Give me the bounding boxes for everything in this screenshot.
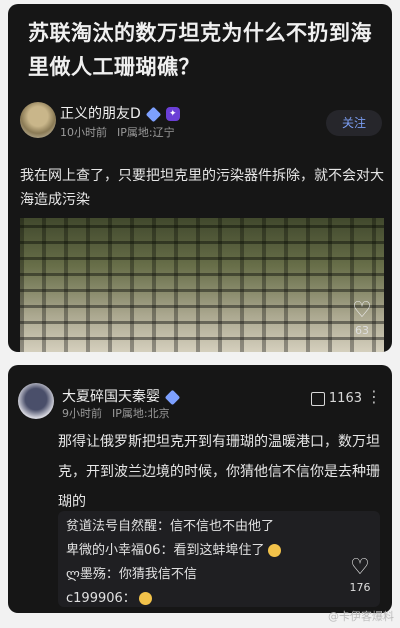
thumbs-up-icon [310,391,325,406]
diamond-badge-icon [145,106,162,122]
reply-item[interactable]: ლ墨殇：你猜我信不信 [66,563,197,582]
avatar[interactable] [18,383,54,419]
diamond-badge-icon [164,389,181,405]
author-name[interactable]: 正义的朋友D [60,106,141,122]
photo-overlay [20,218,384,352]
more-options-icon[interactable]: ⋮ [366,387,382,406]
follow-button[interactable]: 关注 [326,110,382,136]
post-time: 10小时前 [60,126,107,139]
answer-author[interactable]: 正义的朋友D ✦ [60,103,180,123]
reply-list[interactable]: 贫道法号自然醒：信不信也不由他了 卑微的小幸福06：看到这蚌埠住了 ლ墨殇：你猜… [58,511,380,607]
heart-icon: ♡ [352,298,372,323]
thumbs-up-button[interactable]: 1163 [310,391,362,406]
thumbs-count: 1163 [328,391,362,406]
avatar[interactable] [20,102,56,138]
level-badge-icon: ✦ [165,107,180,121]
comment-card: 大夏碎国天秦婴 9小时前 IP属地:北京 1163 ⋮ 那得让俄罗斯把坦克开到有珊… [8,365,392,613]
like-button[interactable]: ♡ 63 [342,298,382,338]
tank-photo[interactable] [20,218,384,352]
reply-item[interactable]: 卑微的小幸福06：看到这蚌埠住了 [66,539,281,558]
watermark: @卡伊客爆料 [328,610,394,623]
answer-content: 我在网上查了，只要把坦克里的污染器件拆除，就不会对大海造成污染 [20,168,384,208]
like-count: 176 [349,581,371,594]
post-time: 9小时前 [62,407,102,420]
comment-author[interactable]: 大夏碎国天秦婴 [62,386,181,406]
reply-text: 贫道法号自然醒：信不信也不由他了 [66,519,275,534]
answer-card: 苏联淘汰的数万坦克为什么不扔到海里做人工珊瑚礁？ 正义的朋友D ✦ 10小时前 IP… [8,4,392,352]
author-name[interactable]: 大夏碎国天秦婴 [62,389,160,405]
ip-location: IP属地:辽宁 [117,126,175,139]
reply-item[interactable]: c199906： [66,587,152,606]
reply-text: 卑微的小幸福06：看到这蚌埠住了 [66,543,265,558]
like-count: 63 [355,324,369,337]
reply-text: c199906： [66,591,136,606]
reply-item[interactable]: 贫道法号自然醒：信不信也不由他了 [66,515,274,534]
answer-meta: 10小时前 IP属地:辽宁 [60,124,175,140]
question-title[interactable]: 苏联淘汰的数万坦克为什么不扔到海里做人工珊瑚礁？ [28,16,378,84]
smile-emoji-icon [138,592,152,605]
ip-location: IP属地:北京 [112,407,170,420]
laugh-emoji-icon [267,544,281,557]
comment-meta: 9小时前 IP属地:北京 [62,405,170,421]
like-button[interactable]: ♡ 176 [342,555,378,595]
reply-text: ლ墨殇：你猜我信不信 [66,567,197,582]
comment-content: 那得让俄罗斯把坦克开到有珊瑚的温暖港口，数万坦克，开到波兰边境的时候，你猜他信不… [58,434,380,510]
heart-icon: ♡ [350,555,370,580]
